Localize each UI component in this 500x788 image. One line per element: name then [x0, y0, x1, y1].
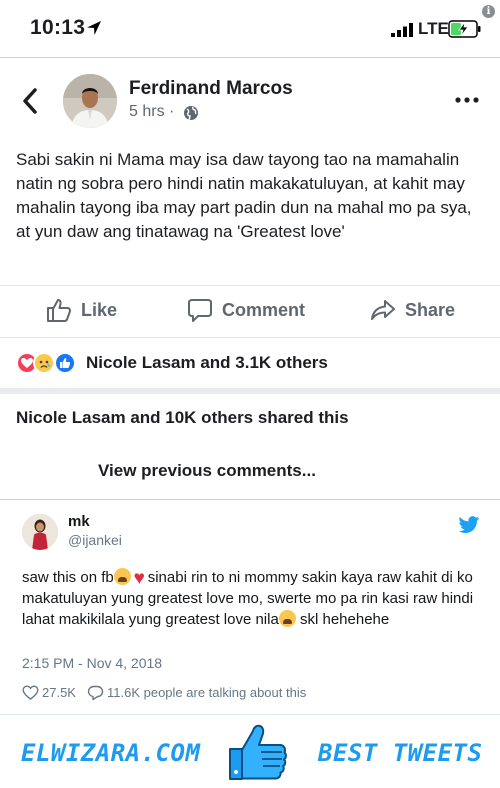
share-button[interactable]: Share: [370, 294, 455, 326]
reactions-summary[interactable]: Nicole Lasam and 3.1K others: [86, 353, 328, 373]
shares-summary[interactable]: Nicole Lasam and 10K others shared this: [16, 408, 349, 428]
tweet-author-name[interactable]: mk: [68, 513, 90, 530]
comment-bubble-icon: [188, 299, 212, 322]
globe-icon: [184, 106, 198, 121]
person-photo-icon: [63, 74, 117, 128]
branding-footer: ELWIZARA.COM BEST TWEETS: [0, 714, 500, 788]
reply-bubble-icon[interactable]: [87, 684, 104, 701]
tweet-like-count[interactable]: 27.5K: [42, 685, 76, 700]
signal-icon: [391, 23, 413, 37]
heart-outline-icon[interactable]: [22, 684, 39, 701]
divider: [0, 337, 500, 338]
battery-charging-icon: [448, 20, 481, 38]
thumbs-up-logo-icon: [229, 724, 287, 780]
tagline: BEST TWEETS: [318, 739, 483, 767]
view-previous-comments-link[interactable]: View previous comments...: [98, 461, 316, 481]
tweet-text-part: skl hehehehe: [295, 611, 390, 628]
post-text: Sabi sakin ni Mama may isa daw tayong ta…: [16, 150, 472, 241]
tweet-card: mk @ijankei saw this on fb ♥ sinabi rin to…: [0, 500, 500, 714]
red-heart-emoji-icon: ♥: [133, 568, 145, 589]
info-icon: i: [482, 5, 495, 18]
reaction-icons[interactable]: [16, 352, 86, 376]
share-label: Share: [405, 299, 456, 320]
tweet-stats: 27.5K 11.6K people are talking about thi…: [22, 683, 306, 701]
tweet-text-part: saw this on fb: [22, 569, 114, 586]
person-photo-icon: [22, 514, 58, 550]
site-name: ELWIZARA.COM: [21, 739, 201, 767]
twitter-bird-icon[interactable]: [459, 516, 479, 533]
tweet-author-avatar[interactable]: [22, 514, 58, 550]
like-label: Like: [81, 299, 118, 320]
comment-label: Comment: [222, 299, 306, 320]
like-reaction-icon: [54, 352, 76, 374]
author-avatar[interactable]: [63, 74, 117, 128]
network-type: LTE: [418, 19, 449, 38]
author-name[interactable]: Ferdinand Marcos: [129, 78, 293, 100]
facebook-post-screenshot: 10:13 LTE i Ferdinand Marcos 5 hrs · Sab…: [0, 0, 500, 500]
sad-reaction-icon: [33, 352, 55, 374]
more-options-icon[interactable]: [454, 96, 480, 104]
section-separator: [0, 388, 500, 394]
header-divider: [0, 57, 500, 58]
weary-face-emoji-icon: [113, 568, 131, 585]
post-timestamp: 5 hrs ·: [129, 103, 175, 120]
location-arrow-icon: [87, 21, 101, 35]
thumbs-up-icon: [47, 299, 72, 322]
weary-face-emoji-icon: [278, 610, 296, 627]
status-time: 10:13: [30, 16, 86, 39]
tweet-author-handle[interactable]: @ijankei: [68, 532, 122, 548]
tweet-conversation-count[interactable]: 11.6K people are talking about this: [107, 685, 306, 700]
divider: [0, 285, 500, 286]
like-button[interactable]: Like: [46, 294, 117, 326]
status-bar: 10:13 LTE i: [0, 0, 500, 56]
tweet-timestamp[interactable]: 2:15 PM - Nov 4, 2018: [22, 655, 162, 671]
comment-button[interactable]: Comment: [187, 294, 305, 326]
back-chevron-icon[interactable]: [19, 86, 41, 116]
share-arrow-icon: [371, 300, 395, 320]
tweet-text: saw this on fb ♥ sinabi rin to ni mommy sa…: [22, 567, 484, 630]
